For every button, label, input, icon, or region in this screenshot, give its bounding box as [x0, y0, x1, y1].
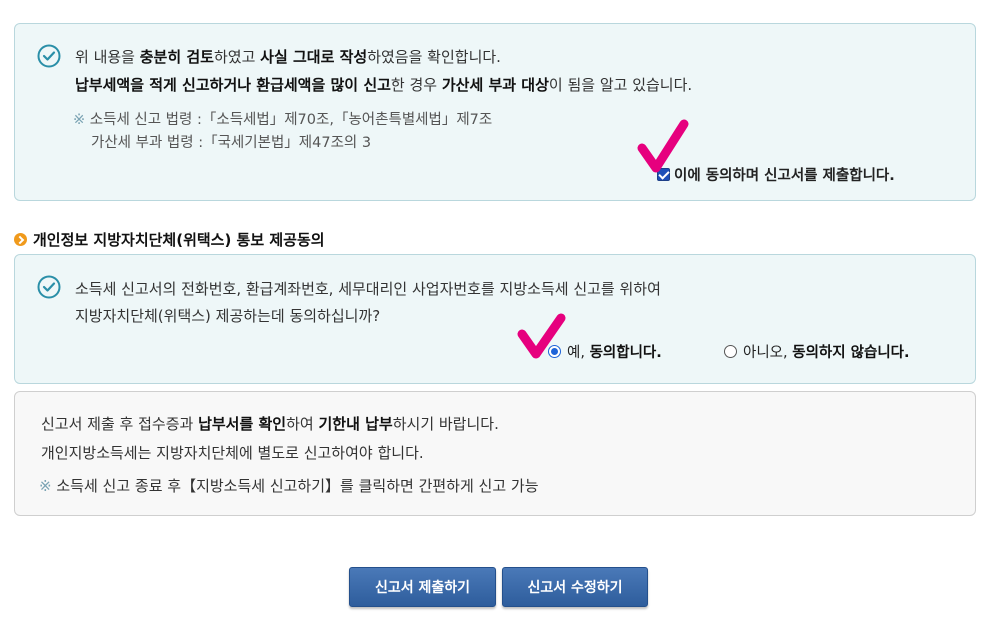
note-mark: ※ [39, 477, 52, 495]
note-mark: ※ [73, 112, 86, 128]
text-segment: 하여 [286, 415, 319, 433]
text-emphasis: 납부세액을 적게 신고하거나 환급세액을 많이 신고 [75, 76, 391, 94]
submit-return-button[interactable]: 신고서 제출하기 [349, 567, 496, 607]
info-text-line1: 신고서 제출 후 접수증과 납부서를 확인하여 기한내 납부하시기 바랍니다. [41, 413, 499, 434]
text-segment: 위 내용을 [75, 48, 140, 66]
section-title: 개인정보 지방자치단체(위택스) 통보 제공동의 [14, 229, 325, 250]
text-emphasis: 가산세 부과 대상 [441, 76, 549, 94]
confirm-text-line1: 위 내용을 충분히 검토하였고 사실 그대로 작성하였음을 확인합니다. [75, 46, 501, 67]
text-emphasis: 납부서를 확인 [198, 415, 287, 433]
consent-yes-label[interactable]: 예, 동의합니다. [567, 341, 662, 362]
confirm-text-line2: 납부세액을 적게 신고하거나 환급세액을 많이 신고한 경우 가산세 부과 대상… [75, 74, 692, 95]
label-segment: 예, [567, 345, 590, 361]
consent-no-label[interactable]: 아니오, 동의하지 않습니다. [743, 341, 910, 362]
consent-text-line2: 지방자치단체(위택스) 제공하는데 동의하십니까? [75, 307, 381, 325]
text-segment: 하시기 바랍니다. [392, 415, 499, 433]
check-circle-icon [37, 275, 61, 299]
consent-yes-radio[interactable]: 예, 동의합니다. [548, 341, 662, 362]
agree-submit-checkbox[interactable]: 이에 동의하며 신고서를 제출합니다. [657, 164, 895, 185]
section-title-text: 개인정보 지방자치단체(위택스) 통보 제공동의 [33, 231, 325, 249]
label-emphasis: 동의합니다. [589, 345, 662, 361]
law-text: 가산세 부과 법령 :「국세기본법」제47조의 3 [91, 135, 372, 151]
law-reference-1: ※ 소득세 신고 법령 :「소득세법」제70조,「농어촌특별세법」제7조 [73, 108, 492, 129]
text-segment: 이 됨을 알고 있습니다. [548, 76, 693, 94]
checkbox-checked-icon[interactable] [657, 168, 670, 181]
consent-text-line1: 소득세 신고서의 전화번호, 환급계좌번호, 세무대리인 사업자번호를 지방소득… [75, 280, 661, 298]
agree-label[interactable]: 이에 동의하며 신고서를 제출합니다. [674, 164, 895, 185]
info-text-line3: ※ 소득세 신고 종료 후【지방소득세 신고하기】를 클릭하면 간편하게 신고 … [39, 475, 539, 496]
info-text-line2: 개인지방소득세는 지방자치단체에 별도로 신고하여야 합니다. [41, 444, 424, 462]
radio-selected-icon[interactable] [548, 345, 561, 358]
info-note-text: 소득세 신고 종료 후【지방소득세 신고하기】를 클릭하면 간편하게 신고 가능 [56, 477, 539, 495]
orange-bullet-icon [14, 233, 27, 246]
check-circle-icon [37, 44, 61, 68]
law-text: 소득세 신고 법령 :「소득세법」제70조,「농어촌특별세법」제7조 [89, 112, 493, 128]
text-emphasis: 충분히 검토 [139, 48, 214, 66]
text-segment: 한 경우 [390, 76, 442, 94]
text-segment: 신고서 제출 후 접수증과 [41, 415, 199, 433]
text-emphasis: 사실 그대로 작성 [260, 48, 368, 66]
label-emphasis: 동의하지 않습니다. [792, 345, 910, 361]
edit-return-button[interactable]: 신고서 수정하기 [502, 567, 648, 607]
consent-no-radio[interactable]: 아니오, 동의하지 않습니다. [724, 341, 910, 362]
label-segment: 아니오, [743, 345, 793, 361]
law-reference-2: 가산세 부과 법령 :「국세기본법」제47조의 3 [91, 131, 371, 152]
text-segment: 하였음을 확인합니다. [367, 48, 501, 66]
text-segment: 하였고 [213, 48, 261, 66]
text-emphasis: 기한내 납부 [318, 415, 393, 433]
radio-unselected-icon[interactable] [724, 345, 737, 358]
